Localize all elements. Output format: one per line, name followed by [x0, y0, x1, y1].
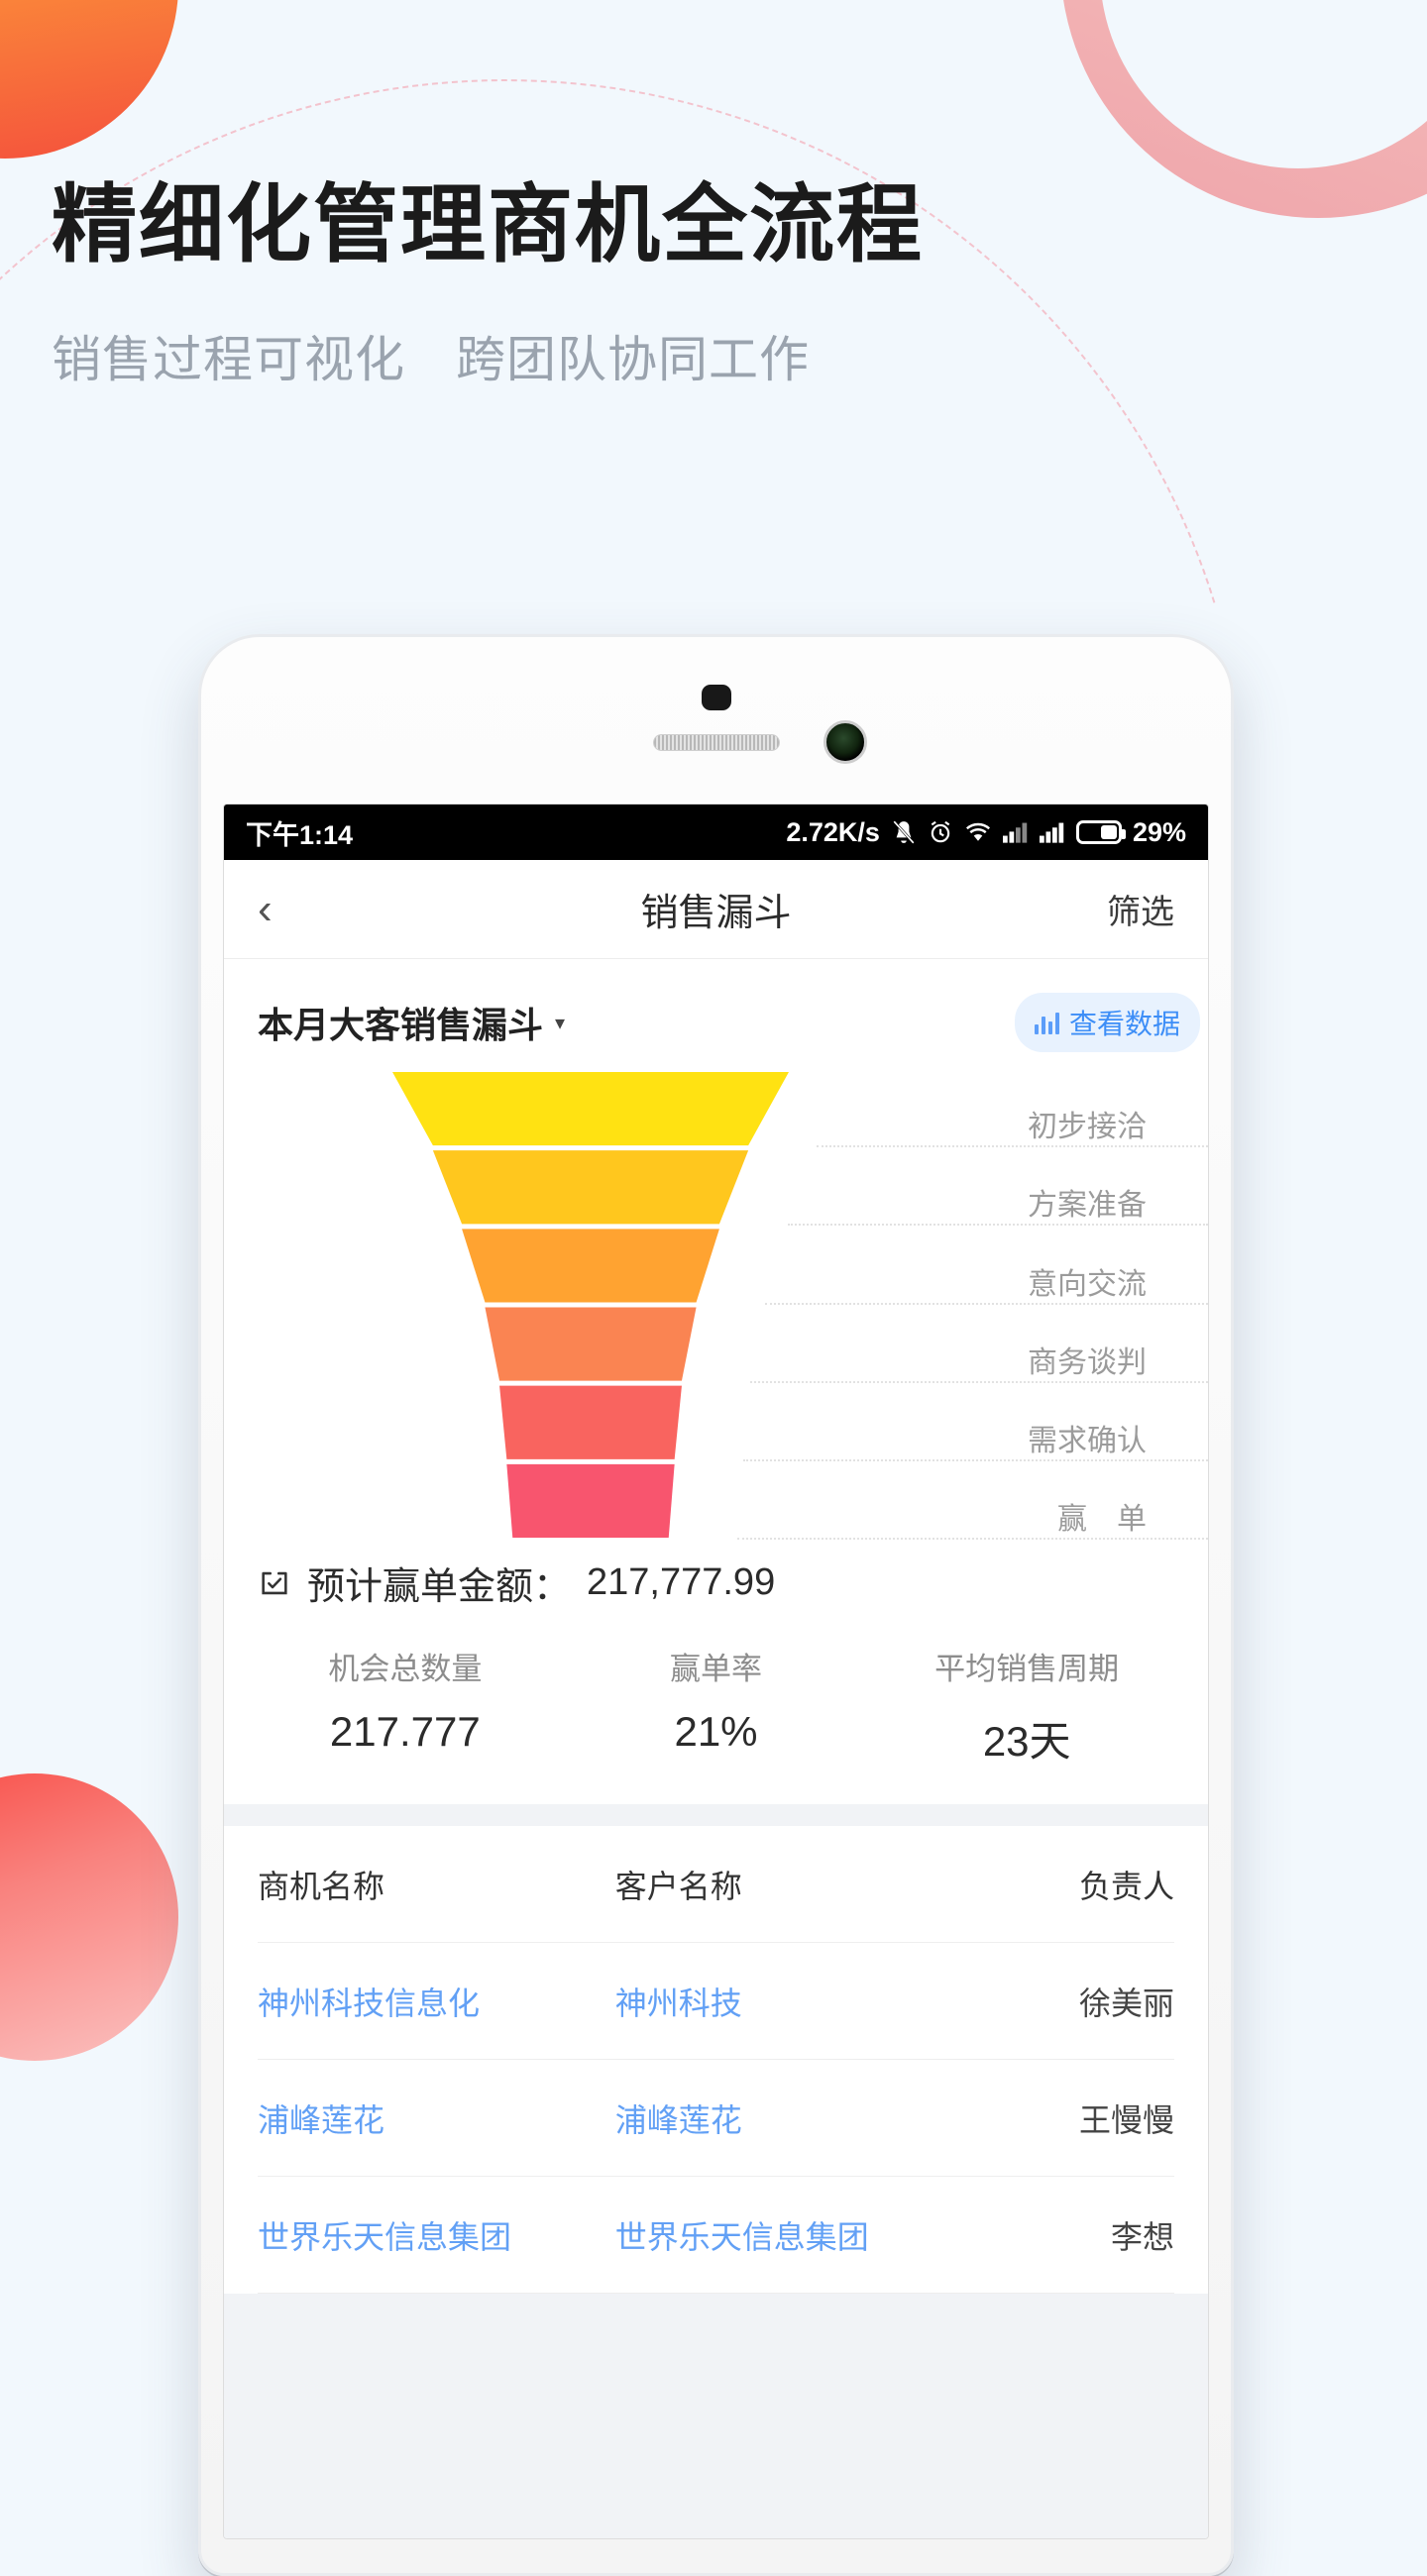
funnel-stage-connector	[742, 1458, 1208, 1461]
sales-funnel-chart: 初步接洽方案准备意向交流商务谈判需求确认赢 单	[224, 1072, 1208, 1540]
signal-icon	[1002, 822, 1028, 843]
status-bar: 下午1:14 2.72K/s 29%	[224, 805, 1208, 860]
stat-win-rate: 赢单率 21%	[561, 1644, 872, 1769]
bottom-left-gradient-circle	[0, 1773, 178, 2061]
table-header-row: 商机名称 客户名称 负责人	[258, 1826, 1174, 1943]
funnel-stage-connector	[764, 1302, 1208, 1305]
table-row[interactable]: 世界乐天信息集团 世界乐天信息集团 李想	[258, 2177, 1174, 2294]
summary-stats: 机会总数量 217.777 赢单率 21% 平均销售周期 23天	[224, 1610, 1208, 1776]
hero-subtitle: 销售过程可视化 跨团队协同工作	[52, 331, 810, 387]
cell-opportunity[interactable]: 世界乐天信息集团	[258, 2212, 615, 2258]
hero-title: 精细化管理商机全流程	[52, 177, 924, 272]
stat-avg-sales-cycle: 平均销售周期 23天	[871, 1644, 1182, 1769]
wifi-icon	[965, 822, 990, 841]
status-bar-network-speed: 2.72K/s	[786, 816, 880, 847]
table-row[interactable]: 浦峰莲花 浦峰莲花 王慢慢	[258, 2060, 1174, 2177]
checkbox-check-icon	[258, 1566, 291, 1600]
section-divider	[224, 1804, 1208, 1826]
funnel-stage-connector	[787, 1224, 1208, 1227]
funnel-stage-name: 意向交流	[1028, 1267, 1147, 1301]
funnel-stage-connector	[736, 1538, 1208, 1540]
view-data-button[interactable]: 查看数据	[1014, 993, 1200, 1052]
cell-customer[interactable]: 浦峰莲花	[615, 2095, 954, 2141]
proximity-sensor-icon	[701, 685, 731, 710]
app-navbar: ‹ 销售漏斗 筛选	[224, 860, 1208, 959]
funnel-stage-label: 商务谈判	[1028, 1338, 1147, 1381]
earpiece-speaker-icon	[652, 734, 780, 751]
funnel-stage-name: 需求确认	[1028, 1424, 1147, 1457]
stat-value: 21%	[674, 1708, 758, 1755]
column-header-customer: 客户名称	[614, 1868, 742, 1904]
battery-icon	[1075, 820, 1126, 844]
page-title: 销售漏斗	[640, 893, 792, 934]
alarm-icon	[931, 820, 950, 843]
battery-percent-label: 29%	[1132, 816, 1186, 847]
column-header-owner: 负责人	[1078, 1868, 1174, 1904]
cell-owner: 徐美丽	[1078, 1985, 1174, 2021]
front-camera-icon	[823, 720, 867, 764]
phone-top-bezel	[201, 637, 1231, 805]
phone-screen: 下午1:14 2.72K/s 29% ‹ 销售漏斗 筛选 本月大客销售漏斗 ▾ …	[223, 804, 1209, 2539]
bar-chart-icon	[1034, 1011, 1059, 1034]
stat-total-opportunities: 机会总数量 217.777	[250, 1644, 561, 1769]
stat-value: 217.777	[329, 1708, 481, 1755]
mute-icon	[893, 820, 915, 844]
funnel-stage-label: 意向交流	[1028, 1259, 1147, 1303]
funnel-stage-name: 方案准备	[1028, 1189, 1147, 1223]
funnel-stage-label: 需求确认	[1028, 1416, 1147, 1459]
cell-opportunity[interactable]: 神州科技信息化	[258, 1979, 615, 2024]
funnel-stage-name: 商务谈判	[1028, 1345, 1147, 1379]
top-left-gradient-circle	[0, 0, 178, 159]
phone-mockup: 下午1:14 2.72K/s 29% ‹ 销售漏斗 筛选 本月大客销售漏斗 ▾ …	[198, 634, 1234, 2576]
chevron-down-icon[interactable]: ▾	[555, 1011, 565, 1035]
funnel-stage-labels: 初步接洽方案准备意向交流商务谈判需求确认赢 单	[224, 1072, 1208, 1540]
cell-customer[interactable]: 世界乐天信息集团	[615, 2212, 954, 2258]
funnel-stage-label: 初步接洽	[1028, 1102, 1147, 1145]
cell-owner: 李想	[1110, 2218, 1174, 2255]
column-header-opportunity: 商机名称	[258, 1868, 385, 1904]
table-row[interactable]: 神州科技信息化 神州科技 徐美丽	[258, 1943, 1174, 2060]
funnel-stage-label: 赢 单	[1057, 1494, 1147, 1538]
funnel-stage-connector	[749, 1380, 1208, 1383]
stat-label: 机会总数量	[328, 1652, 483, 1686]
funnel-stage-name: 赢 单	[1057, 1503, 1147, 1536]
status-bar-time: 下午1:14	[246, 819, 354, 850]
stat-label: 平均销售周期	[934, 1652, 1120, 1686]
opportunity-table: 商机名称 客户名称 负责人 神州科技信息化 神州科技 徐美丽 浦峰莲花 浦峰莲花…	[224, 1826, 1208, 2294]
cell-opportunity[interactable]: 浦峰莲花	[258, 2095, 615, 2141]
funnel-select-label[interactable]: 本月大客销售漏斗	[258, 997, 543, 1048]
expected-amount-value: 217,777.99	[587, 1561, 776, 1603]
funnel-card-header: 本月大客销售漏斗 ▾ 查看数据	[224, 959, 1208, 1064]
stat-value: 23天	[982, 1718, 1071, 1765]
expected-amount-label: 预计赢单金额：	[307, 1566, 572, 1608]
signal-icon	[1039, 822, 1064, 843]
content-scroll-area[interactable]: 本月大客销售漏斗 ▾ 查看数据 初步接洽方案准备意向交流商务谈判需求确认赢 单	[224, 959, 1208, 2538]
stat-label: 赢单率	[670, 1652, 762, 1686]
cell-owner: 王慢慢	[1078, 2101, 1174, 2138]
expected-amount-row: 预计赢单金额： 217,777.99	[224, 1538, 1208, 1610]
hero-section: 精细化管理商机全流程 销售过程可视化 跨团队协同工作	[52, 178, 924, 391]
cell-customer[interactable]: 神州科技	[615, 1979, 954, 2024]
funnel-stage-name: 初步接洽	[1028, 1111, 1147, 1144]
view-data-label: 查看数据	[1068, 1009, 1180, 1039]
funnel-stage-connector	[817, 1145, 1208, 1148]
funnel-stage-label: 方案准备	[1028, 1180, 1147, 1224]
funnel-card: 本月大客销售漏斗 ▾ 查看数据 初步接洽方案准备意向交流商务谈判需求确认赢 单	[224, 959, 1208, 1804]
